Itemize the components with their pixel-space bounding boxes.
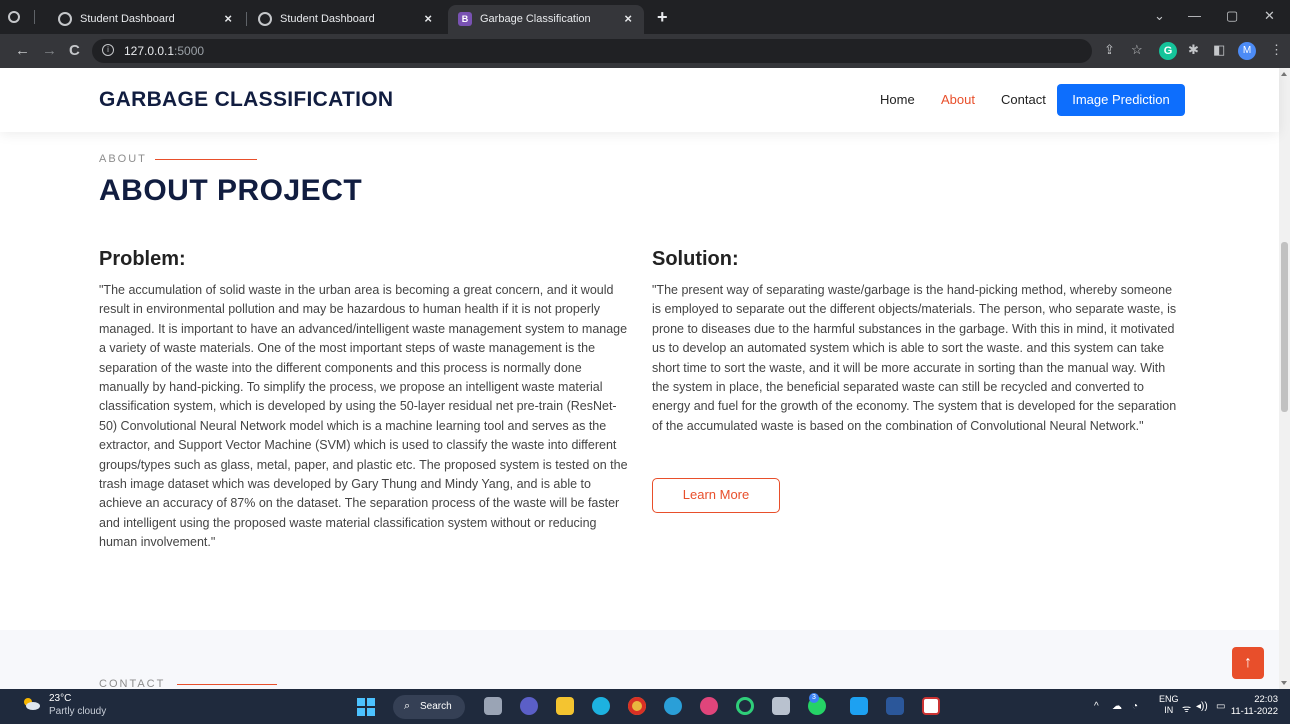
divider	[246, 12, 247, 26]
url-text: 127.0.0.1:5000	[124, 44, 205, 58]
app-window-icon[interactable]	[772, 697, 790, 715]
info-icon[interactable]: i	[102, 44, 114, 56]
task-view-icon[interactable]	[484, 697, 502, 715]
scroll-down-icon[interactable]	[1281, 681, 1287, 685]
contact-eyebrow: CONTACT	[99, 678, 166, 689]
new-tab-button[interactable]: +	[657, 7, 668, 28]
share-icon[interactable]: ⇪	[1104, 42, 1115, 58]
windows-taskbar: 23°C Partly cloudy ⌕ Search 3 ^ ☁ ◔ ENG I…	[0, 689, 1290, 724]
tab-title: Garbage Classification	[480, 13, 591, 25]
wifi-icon[interactable]: ᯤ	[1182, 701, 1191, 715]
weather-temperature[interactable]: 23°C	[49, 693, 71, 704]
site-header: GARBAGE CLASSIFICATION Home About Contac…	[0, 68, 1279, 132]
chrome-app-icon[interactable]	[850, 697, 868, 715]
globe-icon	[258, 12, 272, 26]
forward-icon[interactable]: →	[42, 42, 57, 59]
whatsapp-icon[interactable]: 3	[808, 693, 826, 715]
word-icon[interactable]	[886, 697, 904, 715]
close-tab-icon[interactable]: ×	[424, 11, 432, 26]
contact-section: CONTACT	[0, 630, 1279, 689]
tab-list-dropdown-icon[interactable]: ⌄	[1154, 8, 1165, 24]
close-tab-icon[interactable]: ×	[624, 11, 632, 26]
tab-search-icon[interactable]	[8, 11, 20, 23]
problem-heading: Problem:	[99, 248, 186, 270]
chrome-icon[interactable]	[628, 697, 646, 715]
globe-icon	[58, 12, 72, 26]
taskbar-search[interactable]: ⌕ Search	[393, 695, 465, 719]
tab-garbage-classification[interactable]: B Garbage Classification ×	[448, 5, 644, 34]
telegram-icon[interactable]	[664, 697, 682, 715]
nav-contact[interactable]: Contact	[1001, 92, 1046, 107]
divider	[34, 10, 35, 24]
clock[interactable]: 22:03 11-11-2022	[1230, 694, 1278, 718]
reload-icon[interactable]: C	[69, 42, 80, 59]
scroll-up-icon[interactable]	[1281, 72, 1287, 76]
tab-student-dashboard-2[interactable]: Student Dashboard ×	[248, 5, 444, 34]
app-grid-icon[interactable]	[922, 697, 940, 715]
side-panel-icon[interactable]: ◧	[1213, 42, 1225, 58]
browser-toolbar: ← → C i 127.0.0.1:5000 ⇪ ☆ G ✱ ◧ M ⋮	[0, 34, 1290, 68]
search-label: Search	[420, 701, 452, 712]
eyebrow-divider	[155, 159, 257, 160]
input-language[interactable]: ENG IN	[1159, 694, 1179, 716]
site-logo[interactable]: GARBAGE CLASSIFICATION	[99, 88, 393, 112]
extensions-puzzle-icon[interactable]: ✱	[1188, 42, 1199, 58]
page-scrollbar[interactable]	[1279, 68, 1290, 689]
grammarly-extension-icon[interactable]: G	[1159, 42, 1177, 60]
tab-title: Student Dashboard	[280, 13, 375, 25]
weather-description[interactable]: Partly cloudy	[49, 706, 106, 717]
about-title: ABOUT PROJECT	[99, 174, 363, 207]
bootstrap-icon: B	[458, 12, 472, 26]
tray-chevron-icon[interactable]: ^	[1094, 701, 1099, 712]
kebab-menu-icon[interactable]: ⋮	[1270, 42, 1283, 58]
close-window-button[interactable]: ✕	[1264, 8, 1275, 24]
close-tab-icon[interactable]: ×	[224, 11, 232, 26]
minimize-button[interactable]: —	[1188, 8, 1201, 23]
file-explorer-icon[interactable]	[556, 697, 574, 715]
restore-button[interactable]: ▢	[1226, 8, 1238, 24]
edge-icon[interactable]	[592, 697, 610, 715]
partly-cloudy-icon[interactable]	[22, 696, 40, 710]
nav-about[interactable]: About	[941, 92, 975, 107]
network-status-icon[interactable]: ◔	[1132, 701, 1138, 712]
solution-heading: Solution:	[652, 248, 739, 270]
page-viewport: GARBAGE CLASSIFICATION Home About Contac…	[0, 68, 1290, 689]
tab-title: Student Dashboard	[80, 13, 175, 25]
search-icon: ⌕	[404, 700, 411, 712]
image-prediction-button[interactable]: Image Prediction	[1057, 84, 1185, 116]
battery-icon[interactable]: ▭	[1216, 701, 1225, 712]
about-eyebrow: ABOUT	[99, 153, 147, 165]
eyebrow-divider	[177, 684, 277, 685]
tab-student-dashboard-1[interactable]: Student Dashboard ×	[48, 5, 244, 34]
back-to-top-button[interactable]: ↑	[1232, 647, 1264, 679]
nav-home[interactable]: Home	[880, 92, 915, 107]
onedrive-icon[interactable]: ☁	[1112, 701, 1122, 712]
app-ring-icon[interactable]	[736, 697, 754, 715]
back-icon[interactable]: ←	[15, 42, 30, 59]
profile-avatar[interactable]: M	[1238, 42, 1256, 60]
app-icon[interactable]	[700, 697, 718, 715]
solution-text: "The present way of separating waste/gar…	[652, 283, 1177, 433]
teams-chat-icon[interactable]	[520, 697, 538, 715]
notification-badge: 3	[809, 693, 819, 703]
volume-icon[interactable]: ◂))	[1196, 701, 1208, 712]
browser-tab-strip: Student Dashboard × Student Dashboard × …	[0, 0, 1290, 34]
windows-start-icon[interactable]	[357, 698, 375, 716]
bookmark-star-icon[interactable]: ☆	[1131, 42, 1143, 58]
learn-more-button[interactable]: Learn More	[652, 478, 780, 513]
problem-text: "The accumulation of solid waste in the …	[99, 283, 628, 550]
address-bar[interactable]: i 127.0.0.1:5000	[92, 39, 1092, 63]
scrollbar-thumb[interactable]	[1281, 242, 1288, 412]
